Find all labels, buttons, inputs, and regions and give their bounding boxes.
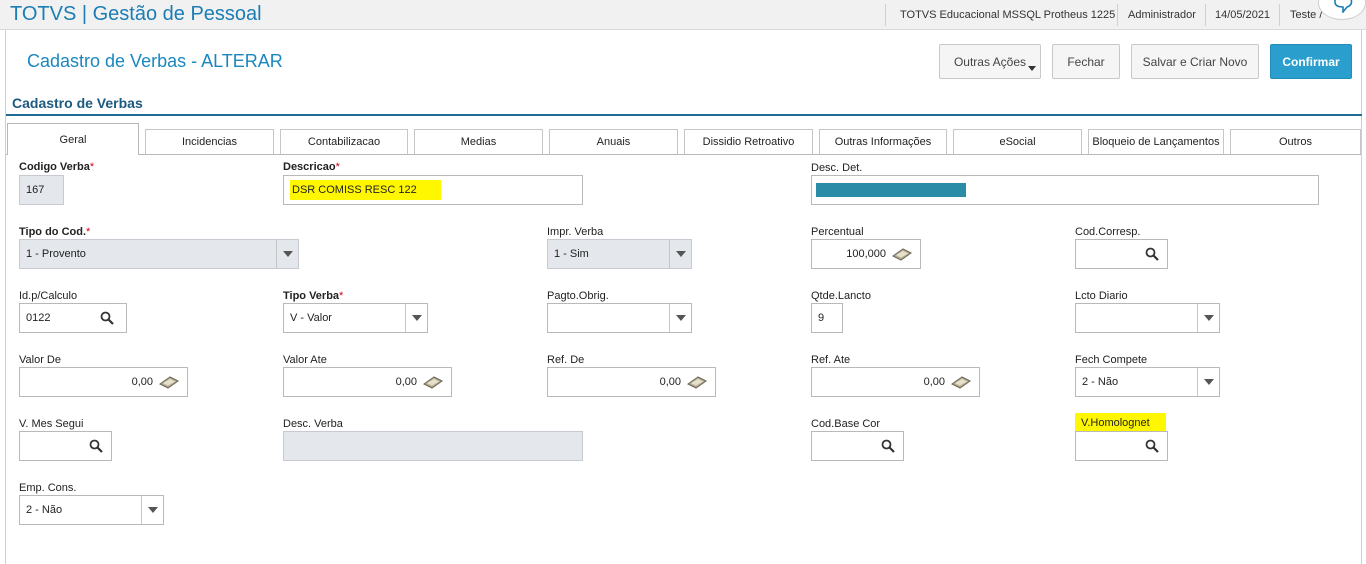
cod-corresp-label: Cod.Corresp. — [1075, 226, 1141, 238]
v-homolognet-field[interactable] — [1075, 431, 1168, 461]
tipo-cod-label: Tipo do Cod.* — [19, 226, 91, 238]
emp-cons-select[interactable]: 2 - Não — [19, 495, 164, 525]
section-title: Cadastro de Verbas — [12, 95, 143, 111]
qtde-lancto-label: Qtde.Lancto — [811, 290, 871, 302]
chevron-down-icon — [1197, 304, 1219, 332]
desc-det-label: Desc. Det. — [811, 162, 863, 174]
descricao-label: Descricao* — [283, 161, 340, 173]
valor-de-label: Valor De — [19, 354, 61, 366]
chevron-down-icon — [405, 304, 427, 332]
chevron-down-icon — [1028, 66, 1036, 71]
impr-verba-select[interactable]: 1 - Sim — [547, 239, 692, 269]
percentual-field[interactable]: 100,000 — [811, 239, 921, 269]
pagto-obrig-select[interactable] — [547, 303, 692, 333]
search-icon[interactable] — [881, 439, 895, 453]
chevron-down-icon — [669, 304, 691, 332]
other-actions-label: Outras Ações — [953, 54, 1027, 69]
tab-anuais[interactable]: Anuais — [549, 129, 678, 154]
divider — [1205, 4, 1206, 26]
current-date: 14/05/2021 — [1215, 9, 1271, 21]
tab-geral[interactable]: Geral — [7, 123, 139, 155]
valor-ate-field[interactable]: 0,00 — [283, 367, 452, 397]
id-calculo-field[interactable]: 0122 — [19, 303, 127, 333]
tab-incidencias[interactable]: Incidencias — [145, 129, 274, 154]
selected-text-highlight — [816, 183, 966, 197]
desc-verba-field — [283, 431, 583, 461]
calculator-icon[interactable] — [892, 247, 912, 261]
desc-verba-label: Desc. Verba — [283, 418, 343, 430]
chevron-down-icon — [141, 496, 163, 524]
cod-base-cor-label: Cod.Base Cor — [811, 418, 881, 430]
id-calculo-label: Id.p/Calculo — [19, 290, 78, 302]
confirm-button[interactable]: Confirmar — [1270, 44, 1352, 79]
tab-panel-geral — [6, 154, 1361, 564]
fech-compete-label: Fech Compete — [1075, 354, 1148, 366]
calculator-icon[interactable] — [423, 375, 443, 389]
top-bar: TOTVS | Gestão de Pessoal TOTVS Educacio… — [0, 0, 1366, 30]
ref-ate-field[interactable]: 0,00 — [811, 367, 980, 397]
calculator-icon[interactable] — [687, 375, 707, 389]
qtde-lancto-field[interactable]: 9 — [811, 303, 843, 333]
app-title: TOTVS | Gestão de Pessoal — [10, 3, 262, 25]
save-and-new-button[interactable]: Salvar e Criar Novo — [1131, 44, 1259, 79]
tab-outras-informacoes[interactable]: Outras Informações — [819, 129, 947, 154]
search-icon[interactable] — [100, 311, 114, 325]
valor-ate-label: Valor Ate — [283, 354, 327, 366]
v-homolognet-label: V.Homolognet — [1069, 413, 1182, 432]
environment-label: TOTVS Educacional MSSQL Protheus 1225 — [900, 9, 1116, 21]
ref-de-field[interactable]: 0,00 — [547, 367, 716, 397]
chevron-down-icon — [669, 240, 691, 268]
search-icon[interactable] — [1145, 247, 1159, 261]
user-name[interactable]: Administrador — [1128, 0, 1196, 30]
codigo-verba-field: 167 — [19, 175, 64, 205]
chevron-down-icon — [276, 240, 298, 268]
page-title: Cadastro de Verbas - ALTERAR — [27, 51, 283, 71]
tab-esocial[interactable]: eSocial — [953, 129, 1082, 154]
divider — [1117, 4, 1118, 26]
lcto-diario-select[interactable] — [1075, 303, 1220, 333]
chat-icon — [1334, 0, 1353, 13]
descricao-field[interactable]: DSR COMISS RESC 122 — [283, 175, 583, 205]
cod-base-cor-field[interactable] — [811, 431, 904, 461]
calculator-icon[interactable] — [159, 375, 179, 389]
desc-det-field[interactable] — [811, 175, 1319, 205]
tipo-verba-select[interactable]: V - Valor — [283, 303, 428, 333]
chevron-down-icon — [1197, 368, 1219, 396]
tab-outros[interactable]: Outros — [1230, 129, 1361, 154]
percentual-label: Percentual — [811, 226, 864, 238]
close-button[interactable]: Fechar — [1052, 44, 1120, 79]
tab-dissidio-retroativo[interactable]: Dissidio Retroativo — [684, 129, 813, 154]
tab-contabilizacao[interactable]: Contabilizacao — [280, 129, 408, 154]
lcto-diario-label: Lcto Diario — [1075, 290, 1128, 302]
tab-bloqueio-lancamentos[interactable]: Bloqueio de Lançamentos — [1088, 129, 1224, 154]
valor-de-field[interactable]: 0,00 — [19, 367, 188, 397]
cod-corresp-field[interactable] — [1075, 239, 1168, 269]
ref-de-label: Ref. De — [547, 354, 585, 366]
other-actions-button[interactable]: Outras Ações — [939, 44, 1041, 79]
divider — [1279, 4, 1280, 26]
tab-medias[interactable]: Medias — [414, 129, 543, 154]
right-border — [1361, 30, 1362, 564]
codigo-verba-label: Codigo Verba* — [19, 161, 95, 173]
search-icon[interactable] — [1145, 439, 1159, 453]
divider — [885, 4, 886, 26]
fech-compete-select[interactable]: 2 - Não — [1075, 367, 1220, 397]
tipo-cod-select[interactable]: 1 - Provento — [19, 239, 299, 269]
search-icon[interactable] — [89, 439, 103, 453]
tipo-verba-label: Tipo Verba* — [283, 290, 344, 302]
emp-cons-label: Emp. Cons. — [19, 482, 77, 494]
impr-verba-label: Impr. Verba — [547, 226, 604, 238]
ref-ate-label: Ref. Ate — [811, 354, 851, 366]
pagto-obrig-label: Pagto.Obrig. — [547, 290, 609, 302]
v-mes-segui-field[interactable] — [19, 431, 112, 461]
chat-button[interactable] — [1318, 0, 1366, 20]
v-mes-segui-label: V. Mes Segui — [19, 418, 84, 430]
calculator-icon[interactable] — [951, 375, 971, 389]
section-divider — [6, 114, 1362, 116]
